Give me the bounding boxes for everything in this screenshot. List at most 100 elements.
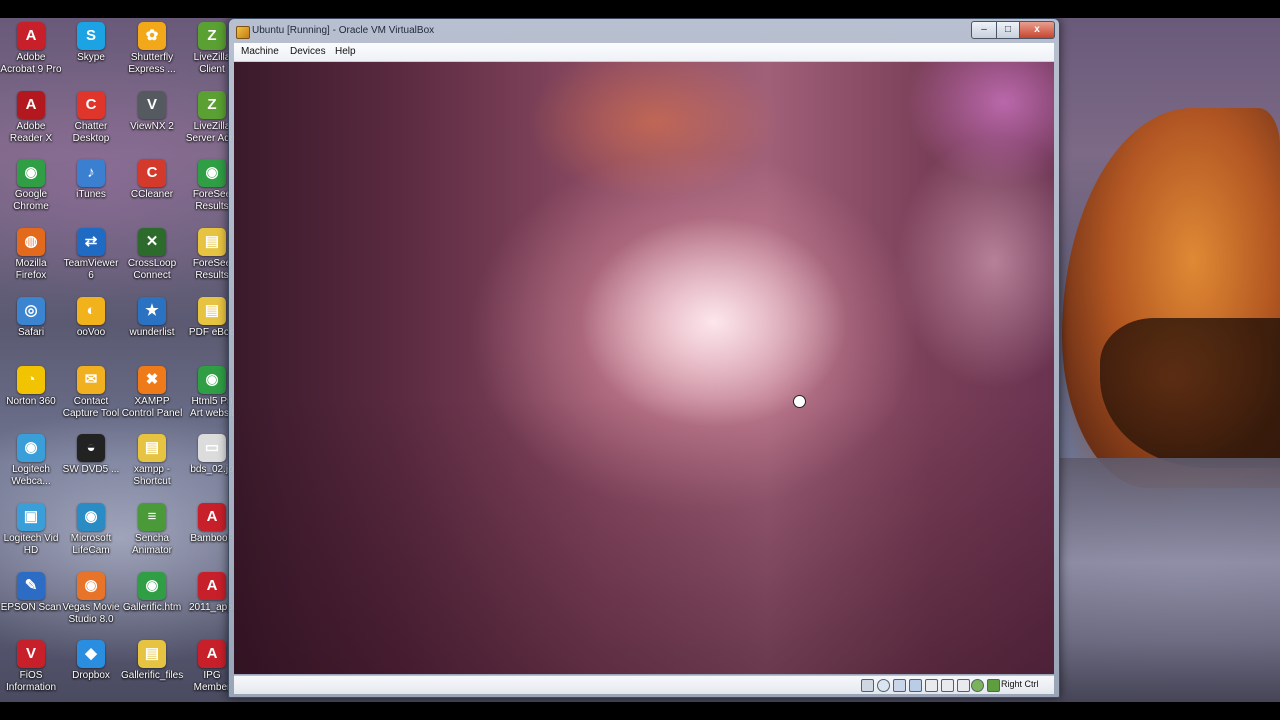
desktop-icon-glyph: ▭ [198,434,226,463]
desktop-icon-glyph: ◉ [198,159,226,188]
host-key-label: Right Ctrl [1001,679,1039,689]
desktop-icon[interactable]: A Adobe Reader X [0,87,62,145]
desktop-icon-glyph: A [17,22,45,50]
close-button[interactable]: x [1019,21,1055,39]
desktop-icon-label: Skype [77,52,105,63]
desktop-icon[interactable]: V FiOS Information [0,636,62,694]
desktop-icon-label: Microsoft LifeCam [70,532,112,556]
desktop-icon-glyph: ◆ [77,640,105,669]
desktop-icon-label: SW DVD5 ... [62,464,120,476]
desktop-icon-glyph: V [17,640,45,669]
desktop-icon-label: Logitech Webca... [11,464,51,488]
capture-icon[interactable] [957,679,970,692]
desktop-icon[interactable]: ◉ Google Chrome [0,155,62,213]
desktop-icon-glyph: Z [198,22,226,50]
desktop-icon[interactable]: ◉ Microsoft LifeCam [60,499,122,557]
desktop-icon-label: Safari [17,326,45,338]
desktop-icon-label: ViewNX 2 [130,120,174,132]
desktop-icon-label: Dropbox [72,670,110,682]
desktop-icon[interactable]: ✿ Shutterfly Express ... [121,18,183,76]
display-icon[interactable] [941,679,954,692]
desktop-icon[interactable]: S Skype [60,18,122,64]
mouse-integration-icon[interactable] [971,679,984,692]
desktop-icon-glyph: ◎ [17,296,45,325]
desktop-icon[interactable]: ◉ Logitech Webca... [0,430,62,488]
desktop-icon-label: ooVoo [76,326,106,338]
desktop-icon[interactable]: A Adobe Acrobat 9 Pro [0,18,62,76]
desktop-icon-glyph: ⇄ [77,228,105,257]
desktop-icon[interactable]: ◎ Safari [0,293,62,339]
desktop-icon-glyph: C [77,90,105,119]
desktop-icon[interactable]: V ViewNX 2 [121,87,183,133]
desktop-icon-label: XAMPP Control Panel [121,395,183,419]
desktop-icon[interactable]: ◍ Mozilla Firefox [0,224,62,282]
desktop-icon-label: EPSON Scan [0,601,62,613]
minimize-button[interactable]: – [971,21,997,39]
desktop-icon[interactable]: ✖ XAMPP Control Panel [121,362,183,420]
desktop-icon[interactable]: ◆ Dropbox [60,636,122,682]
desktop-icon[interactable]: ▤ Gallerific_files [121,636,183,682]
desktop-icon-label: Sencha Animator [131,532,172,556]
desktop-icon[interactable]: ◉ Gallerific.htm [121,568,183,614]
desktop-icon-glyph: ◉ [17,434,45,463]
desktop-icon-label: Gallerific_files [121,670,183,682]
title-bar[interactable]: Ubuntu [Running] - Oracle VM VirtualBox … [229,19,1059,43]
desktop-icon-glyph: ✖ [138,365,166,394]
letterbox-bottom [0,702,1280,720]
desktop-icon-glyph: C [138,159,166,188]
shared-folders-icon[interactable] [925,679,938,692]
desktop-icon[interactable]: ◒ SW DVD5 ... [60,430,122,476]
desktop-icon[interactable]: ✕ CrossLoop Connect [121,224,183,282]
desktop-icon[interactable]: ⇄ TeamViewer 6 [60,224,122,282]
hard-disk-icon[interactable] [861,679,874,692]
desktop-icon-glyph: ♪ [77,159,105,188]
desktop-icon-label: Chatter Desktop [72,120,110,144]
desktop-icon[interactable]: ≡ Sencha Animator [121,499,183,557]
desktop-icon-glyph: ◉ [138,571,166,600]
letterbox-top [0,0,1280,18]
desktop-icon[interactable]: ♪ iTunes [60,155,122,201]
network-icon[interactable] [909,679,922,692]
busy-cursor-icon [793,395,806,408]
desktop-icon[interactable]: ◉ Vegas Movie Studio 8.0 [60,568,122,626]
maximize-button[interactable]: □ [996,21,1020,39]
desktop-icon[interactable]: ▤ xampp - Shortcut [121,430,183,488]
desktop-icon-label: TeamViewer 6 [63,258,119,282]
desktop-icon-glyph: ✉ [77,365,105,394]
desktop-icon[interactable]: C CCleaner [121,155,183,201]
virtualbox-window[interactable]: Ubuntu [Running] - Oracle VM VirtualBox … [228,18,1060,698]
menu-bar: Machine Devices Help [234,43,1054,62]
cdrom-icon[interactable] [877,679,890,692]
status-bar: Right Ctrl [234,675,1054,694]
desktop-icon-glyph: ◉ [17,159,45,188]
desktop-icon-glyph: ▤ [198,296,226,325]
desktop-icon-label: Vegas Movie Studio 8.0 [62,601,120,625]
desktop-icon-label: Norton 360 [6,395,56,407]
desktop-icon-glyph: ✿ [138,22,166,50]
desktop-icon[interactable]: ▣ Logitech Vid HD [0,499,62,557]
desktop-icon-glyph: ◉ [77,502,105,531]
menu-help[interactable]: Help [335,46,356,57]
desktop-icon-glyph: A [198,640,226,669]
menu-devices[interactable]: Devices [290,46,326,57]
keyboard-capture-icon[interactable] [987,679,1000,692]
desktop-icon[interactable]: ✉ Contact Capture Tool [60,362,122,420]
desktop-icon-glyph: ▤ [138,434,166,463]
desktop-icon-glyph: ◒ [77,434,105,463]
desktop-icon-glyph: ▤ [138,640,166,669]
window-title: Ubuntu [Running] - Oracle VM VirtualBox [252,25,435,36]
menu-machine[interactable]: Machine [241,46,279,57]
desktop-icon-label: Adobe Reader X [9,120,53,144]
wallpaper-sea [1060,458,1280,702]
desktop-icon[interactable]: ◔ Norton 360 [0,362,62,408]
guest-display[interactable] [234,62,1054,674]
desktop-icon[interactable]: C Chatter Desktop [60,87,122,145]
desktop-icon[interactable]: ✎ EPSON Scan [0,568,62,614]
desktop-icon-glyph: ✕ [138,228,166,257]
usb-icon[interactable] [893,679,906,692]
desktop-icon[interactable]: ◐ ooVoo [60,293,122,339]
desktop-icons: A Adobe Acrobat 9 Pro S Skype ✿ Shutterfly Ex… [0,18,238,702]
virtualbox-app-icon [236,26,250,39]
desktop-icon-label: Mozilla Firefox [15,258,47,282]
desktop-icon[interactable]: ★ wunderlist [121,293,183,339]
